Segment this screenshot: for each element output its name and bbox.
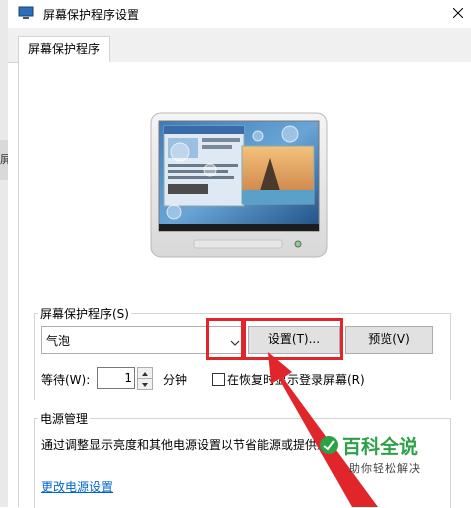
watermark-subtitle: 助你轻松解决 bbox=[349, 462, 421, 475]
watermark-logo: 百科全说 助你轻松解决 bbox=[318, 432, 468, 480]
watermark-icon bbox=[318, 434, 340, 456]
annotation-arrow-icon bbox=[268, 352, 378, 507]
watermark-title: 百科全说 bbox=[342, 436, 419, 458]
